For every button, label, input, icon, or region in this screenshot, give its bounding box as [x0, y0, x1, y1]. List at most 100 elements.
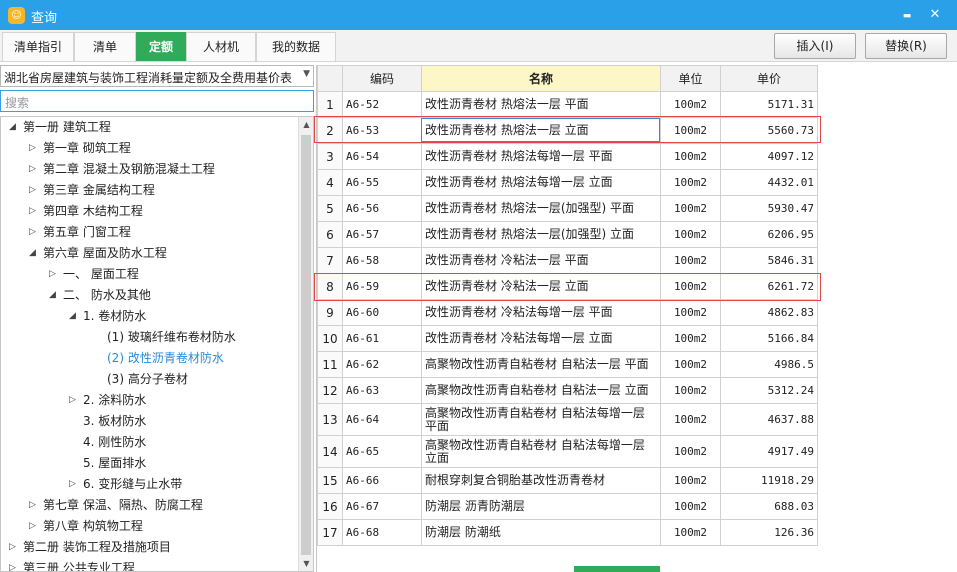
row-number: 11: [317, 351, 343, 378]
price-cell: 11918.29: [720, 467, 818, 494]
table-row[interactable]: 5 A6-56 改性沥青卷材 热熔法一层(加强型) 平面 100m2 5930.47: [317, 195, 818, 222]
name-cell: 改性沥青卷材 热熔法一层 平面: [421, 91, 661, 118]
scrollbar-thumb[interactable]: [301, 135, 311, 555]
name-cell: 耐根穿刺复合铜胎基改性沥青卷材: [421, 467, 661, 494]
table-row[interactable]: 17 A6-68 防潮层 防潮纸 100m2 126.36: [317, 519, 818, 546]
collapsed-arrow-icon[interactable]: ▷: [29, 222, 36, 243]
bottom-expand-tab[interactable]: [574, 566, 660, 572]
price-column-header[interactable]: 单价: [720, 65, 818, 92]
code-cell: A6-55: [342, 169, 422, 196]
close-button[interactable]: ✕: [924, 5, 946, 25]
price-cell: 126.36: [720, 519, 818, 546]
unit-cell: 100m2: [660, 351, 721, 378]
tab-bill[interactable]: 清单: [74, 32, 136, 61]
table-row[interactable]: 15 A6-66 耐根穿刺复合铜胎基改性沥青卷材 100m2 11918.29: [317, 467, 818, 494]
collapsed-arrow-icon[interactable]: ▷: [29, 495, 36, 516]
code-cell: A6-62: [342, 351, 422, 378]
code-column-header[interactable]: 编码: [342, 65, 422, 92]
code-cell: A6-53: [342, 117, 422, 144]
collapsed-arrow-icon[interactable]: ▷: [69, 390, 76, 411]
row-number: 4: [317, 169, 343, 196]
collapsed-arrow-icon[interactable]: ▷: [29, 516, 36, 537]
unit-cell: 100m2: [660, 377, 721, 404]
code-cell: A6-58: [342, 247, 422, 274]
tab-bill-guide[interactable]: 清单指引: [2, 32, 74, 61]
expanded-arrow-icon[interactable]: ◢: [29, 243, 36, 264]
collapsed-arrow-icon[interactable]: ▷: [29, 180, 36, 201]
scroll-up-icon[interactable]: ▲: [299, 117, 313, 132]
name-cell: 改性沥青卷材 冷粘法每增一层 立面: [421, 325, 661, 352]
table-row[interactable]: 10 A6-61 改性沥青卷材 冷粘法每增一层 立面 100m2 5166.84: [317, 325, 818, 352]
unit-cell: 100m2: [660, 247, 721, 274]
table-row[interactable]: 16 A6-67 防潮层 沥青防潮层 100m2 688.03: [317, 493, 818, 520]
unit-cell: 100m2: [660, 195, 721, 222]
name-cell: 改性沥青卷材 热熔法每增一层 平面: [421, 143, 661, 170]
table-row[interactable]: 3 A6-54 改性沥青卷材 热熔法每增一层 平面 100m2 4097.12: [317, 143, 818, 170]
replace-button[interactable]: 替换(R): [865, 33, 947, 59]
code-cell: A6-52: [342, 91, 422, 118]
unit-cell: 100m2: [660, 91, 721, 118]
collapsed-arrow-icon[interactable]: ▷: [29, 138, 36, 159]
table-row[interactable]: 1 A6-52 改性沥青卷材 热熔法一层 平面 100m2 5171.31: [317, 91, 818, 118]
row-number: 3: [317, 143, 343, 170]
price-cell: 4917.49: [720, 435, 818, 468]
table-row[interactable]: 14 A6-65 高聚物改性沥青自粘卷材 自粘法每增一层 立面 100m2 4917.4…: [317, 435, 818, 468]
price-cell: 4637.88: [720, 403, 818, 436]
search-placeholder: 搜索: [5, 96, 30, 110]
price-cell: 5312.24: [720, 377, 818, 404]
expanded-arrow-icon[interactable]: ◢: [69, 306, 76, 327]
table-row[interactable]: 11 A6-62 高聚物改性沥青自粘卷材 自粘法一层 平面 100m2 4986.5: [317, 351, 818, 378]
expanded-arrow-icon[interactable]: ◢: [49, 285, 56, 306]
unit-cell: 100m2: [660, 493, 721, 520]
table-row[interactable]: 13 A6-64 高聚物改性沥青自粘卷材 自粘法每增一层 平面 100m2 4637.8…: [317, 403, 818, 436]
tab-quota[interactable]: 定额: [136, 32, 186, 61]
table-row[interactable]: 9 A6-60 改性沥青卷材 冷粘法每增一层 平面 100m2 4862.83: [317, 299, 818, 326]
tree-scrollbar[interactable]: ▲ ▼: [298, 117, 313, 571]
collapsed-arrow-icon[interactable]: ▷: [69, 474, 76, 495]
unit-column-header[interactable]: 单位: [660, 65, 721, 92]
row-number: 7: [317, 247, 343, 274]
table-row[interactable]: 4 A6-55 改性沥青卷材 热熔法每增一层 立面 100m2 4432.01: [317, 169, 818, 196]
price-cell: 5171.31: [720, 91, 818, 118]
collapsed-arrow-icon[interactable]: ▷: [29, 201, 36, 222]
expanded-arrow-icon[interactable]: ◢: [9, 117, 16, 138]
tab-labor-material-machine[interactable]: 人材机: [186, 32, 256, 61]
code-cell: A6-59: [342, 273, 422, 300]
quota-library-select[interactable]: 湖北省房屋建筑与装饰工程消耗量定额及全费用基价表 ▼: [0, 65, 314, 87]
price-cell: 6206.95: [720, 221, 818, 248]
tab-my-data[interactable]: 我的数据: [256, 32, 336, 61]
name-cell: 改性沥青卷材 热熔法一层(加强型) 立面: [421, 221, 661, 248]
name-cell: 高聚物改性沥青自粘卷材 自粘法一层 平面: [421, 351, 661, 378]
collapsed-arrow-icon[interactable]: ▷: [49, 264, 56, 285]
table-row[interactable]: 8 A6-59 改性沥青卷材 冷粘法一层 立面 100m2 6261.72: [317, 273, 818, 300]
code-cell: A6-60: [342, 299, 422, 326]
title-bar: ☺ 查询 ▬ ✕: [0, 0, 957, 30]
unit-cell: 100m2: [660, 169, 721, 196]
search-input[interactable]: 搜索: [0, 90, 314, 112]
collapsed-arrow-icon[interactable]: ▷: [9, 537, 16, 558]
table-row[interactable]: 12 A6-63 高聚物改性沥青自粘卷材 自粘法一层 立面 100m2 5312.24: [317, 377, 818, 404]
scroll-down-icon[interactable]: ▼: [299, 556, 313, 571]
code-cell: A6-56: [342, 195, 422, 222]
close-icon: ✕: [929, 7, 941, 22]
name-column-header[interactable]: 名称: [421, 65, 661, 92]
minimize-button[interactable]: ▬: [896, 5, 918, 25]
code-cell: A6-54: [342, 143, 422, 170]
name-cell: 高聚物改性沥青自粘卷材 自粘法一层 立面: [421, 377, 661, 404]
table-row[interactable]: 7 A6-58 改性沥青卷材 冷粘法一层 平面 100m2 5846.31: [317, 247, 818, 274]
code-cell: A6-68: [342, 519, 422, 546]
collapsed-arrow-icon[interactable]: ▷: [9, 558, 16, 571]
name-cell: 防潮层 沥青防潮层: [421, 493, 661, 520]
name-cell: 改性沥青卷材 热熔法一层(加强型) 平面: [421, 195, 661, 222]
tab-bar: 清单指引 清单 定额 人材机 我的数据 插入(I) 替换(R): [0, 30, 957, 62]
row-number: 1: [317, 91, 343, 118]
name-cell: 改性沥青卷材 冷粘法一层 平面: [421, 247, 661, 274]
insert-button[interactable]: 插入(I): [774, 33, 856, 59]
collapsed-arrow-icon[interactable]: ▷: [29, 159, 36, 180]
price-cell: 5930.47: [720, 195, 818, 222]
code-cell: A6-67: [342, 493, 422, 520]
minimize-icon: ▬: [902, 11, 912, 21]
table-row[interactable]: 6 A6-57 改性沥青卷材 热熔法一层(加强型) 立面 100m2 6206.95: [317, 221, 818, 248]
row-number: 16: [317, 493, 343, 520]
row-number: 12: [317, 377, 343, 404]
